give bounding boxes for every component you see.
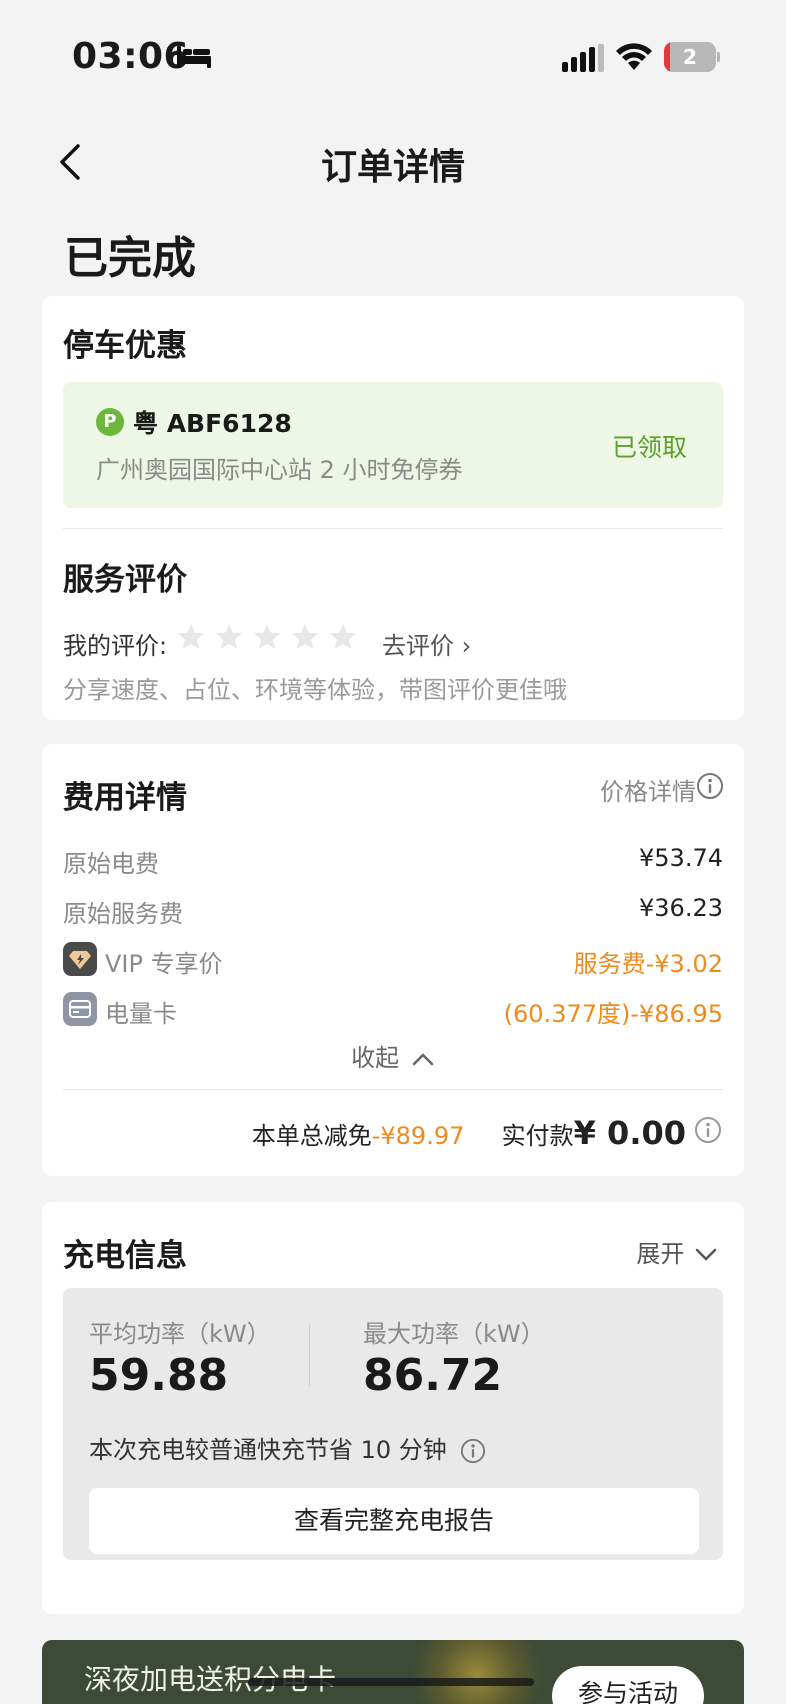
fee-details-card: 费用详情 价格详情 原始电费 ¥53.74 原始服务费 ¥36.23 VIP 专… [42,744,744,1176]
divider [63,1089,723,1090]
total-discount-amount: -¥89.97 [371,1122,465,1150]
info-icon[interactable] [694,1116,722,1144]
star-icon[interactable] [290,622,320,652]
fee-row-vip: VIP 专享价 服务费-¥3.02 [63,942,723,978]
star-icon[interactable] [328,622,358,652]
status-bar: 03:06 2 [0,0,786,110]
coupon-description: 广州奥园国际中心站 2 小时免停券 [96,456,463,484]
star-icon[interactable] [214,622,244,652]
fee-row-electricity: 原始电费 ¥53.74 [63,844,723,878]
star-icon[interactable] [252,622,282,652]
charging-info-card: 充电信息 展开 平均功率（kW） 59.88 最大功率（kW） 86.72 本次… [42,1202,744,1614]
paid-label: 实付款 [501,1122,574,1150]
fee-label: VIP 专享价 [105,950,223,978]
max-power-label: 最大功率（kW） [363,1320,545,1348]
moon-illustration [402,1640,552,1704]
collapse-toggle[interactable]: 收起 [42,1038,744,1073]
fee-value: (60.377度)-¥86.95 [503,1000,723,1028]
battery-percentage: 2 [683,45,697,69]
battery-indicator: 2 [664,42,720,72]
chevron-up-icon [412,1053,434,1066]
fee-label: 原始电费 [63,850,159,878]
battery-tip [717,52,720,62]
nav-bar: 订单详情 [0,128,786,198]
status-time: 03:06 [72,36,190,77]
avg-power-label: 平均功率（kW） [89,1320,271,1348]
license-plate: 粤 ABF6128 [133,409,292,438]
wifi-icon [616,43,652,70]
promo-banner[interactable]: 深夜加电送积分电卡 参与活动 [42,1640,744,1704]
view-report-button[interactable]: 查看完整充电报告 [89,1488,699,1554]
cellular-signal-icon [562,44,604,72]
fee-value: 服务费-¥3.02 [573,950,723,978]
metric-separator [309,1324,310,1386]
order-status: 已完成 [64,233,196,284]
fee-value: ¥53.74 [639,844,723,872]
join-activity-button[interactable]: 参与活动 [552,1666,704,1704]
avg-power-value: 59.88 [89,1350,229,1401]
card-icon [63,992,97,1026]
charging-stats: 平均功率（kW） 59.88 最大功率（kW） 86.72 本次充电较普通快充节… [63,1288,723,1560]
battery-body: 2 [664,42,716,72]
paid-amount: ¥ 0.00 [573,1114,686,1152]
home-indicator[interactable] [248,1678,534,1686]
info-icon[interactable] [696,772,724,800]
chevron-down-icon [695,1248,717,1261]
sleep-focus-icon [177,46,211,68]
total-discount-label: 本单总减免 [251,1122,372,1150]
info-icon[interactable] [460,1438,486,1464]
collapse-label: 收起 [351,1044,400,1072]
rating-label: 我的评价: [63,632,168,660]
coupon-status: 已领取 [611,433,687,462]
expand-toggle[interactable]: 展开 [636,1234,718,1269]
parking-rating-card: 停车优惠 P 粤 ABF6128 广州奥园国际中心站 2 小时免停券 已领取 服… [42,296,744,720]
charging-title: 充电信息 [63,1238,187,1274]
divider [63,528,723,529]
fee-label: 原始服务费 [63,900,183,928]
fee-label: 电量卡 [105,1000,177,1028]
rating-title: 服务评价 [63,562,187,598]
fee-title: 费用详情 [63,780,187,816]
price-detail-link[interactable]: 价格详情 [600,772,696,807]
rating-hint: 分享速度、占位、环境等体验，带图评价更佳哦 [63,676,567,704]
parking-icon: P [96,408,124,436]
parking-coupon[interactable]: P 粤 ABF6128 广州奥园国际中心站 2 小时免停券 已领取 [63,382,723,508]
parking-title: 停车优惠 [63,328,187,364]
fee-value: ¥36.23 [639,894,723,922]
max-power-value: 86.72 [363,1350,503,1401]
vip-diamond-icon [63,942,97,976]
fee-row-service: 原始服务费 ¥36.23 [63,894,723,928]
go-rate-link[interactable]: 去评价 › [382,626,471,661]
expand-label: 展开 [636,1240,685,1268]
time-saving-label: 本次充电较普通快充节省 10 分钟 [89,1436,447,1464]
page-title: 订单详情 [320,147,465,188]
star-icon[interactable] [176,622,206,652]
total-summary: 本单总减免-¥89.97 实付款¥ 0.00 [252,1114,686,1152]
star-rating[interactable] [176,622,358,656]
fee-row-card: 电量卡 (60.377度)-¥86.95 [63,992,723,1028]
time-saving-text: 本次充电较普通快充节省 10 分钟 [89,1430,486,1465]
